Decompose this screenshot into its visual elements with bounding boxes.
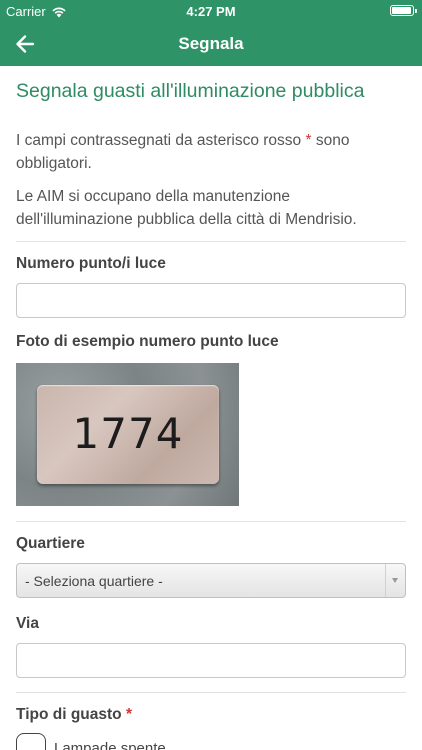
select-arrow-box (385, 564, 405, 597)
nav-title: Segnala (178, 34, 244, 53)
numero-label: Numero punto/i luce (16, 255, 166, 272)
tipo-option-row[interactable]: Lampade spente (16, 733, 406, 750)
intro-text: I campi contrassegnati da asterisco ross… (16, 132, 306, 149)
example-photo: 1774 (16, 363, 239, 506)
foto-label: Foto di esempio numero punto luce (16, 333, 279, 350)
divider (16, 521, 406, 522)
tipo-option-label: Lampade spente (54, 739, 166, 750)
chevron-down-icon (392, 578, 398, 583)
quartiere-selected-value: - Seleziona quartiere - (25, 573, 163, 589)
tipo-checkbox[interactable] (16, 733, 46, 750)
divider (16, 241, 406, 242)
status-bar: Carrier 4:27 PM (0, 0, 422, 22)
page-title: Segnala guasti all'illuminazione pubblic… (16, 80, 365, 102)
tipo-label: Tipo di guasto * (16, 705, 406, 725)
via-label: Via (16, 615, 39, 632)
battery-fill (392, 7, 411, 14)
number-plate: 1774 (37, 385, 219, 484)
status-time: 4:27 PM (186, 4, 236, 19)
navigation-bar: Segnala (0, 22, 422, 66)
required-fields-note: I campi contrassegnati da asterisco ross… (16, 129, 406, 175)
via-input[interactable] (16, 643, 406, 678)
plate-number: 1774 (72, 409, 184, 458)
form-content: Segnala guasti all'illuminazione pubblic… (16, 66, 406, 750)
numero-input[interactable] (16, 283, 406, 318)
required-asterisk: * (125, 706, 132, 723)
divider (16, 692, 406, 693)
tipo-label-text: Tipo di guasto (16, 706, 122, 723)
aim-description: Le AIM si occupano della manutenzione de… (16, 188, 357, 228)
battery-icon (390, 5, 417, 16)
quartiere-label: Quartiere (16, 535, 85, 552)
quartiere-select[interactable]: - Seleziona quartiere - (16, 563, 406, 598)
